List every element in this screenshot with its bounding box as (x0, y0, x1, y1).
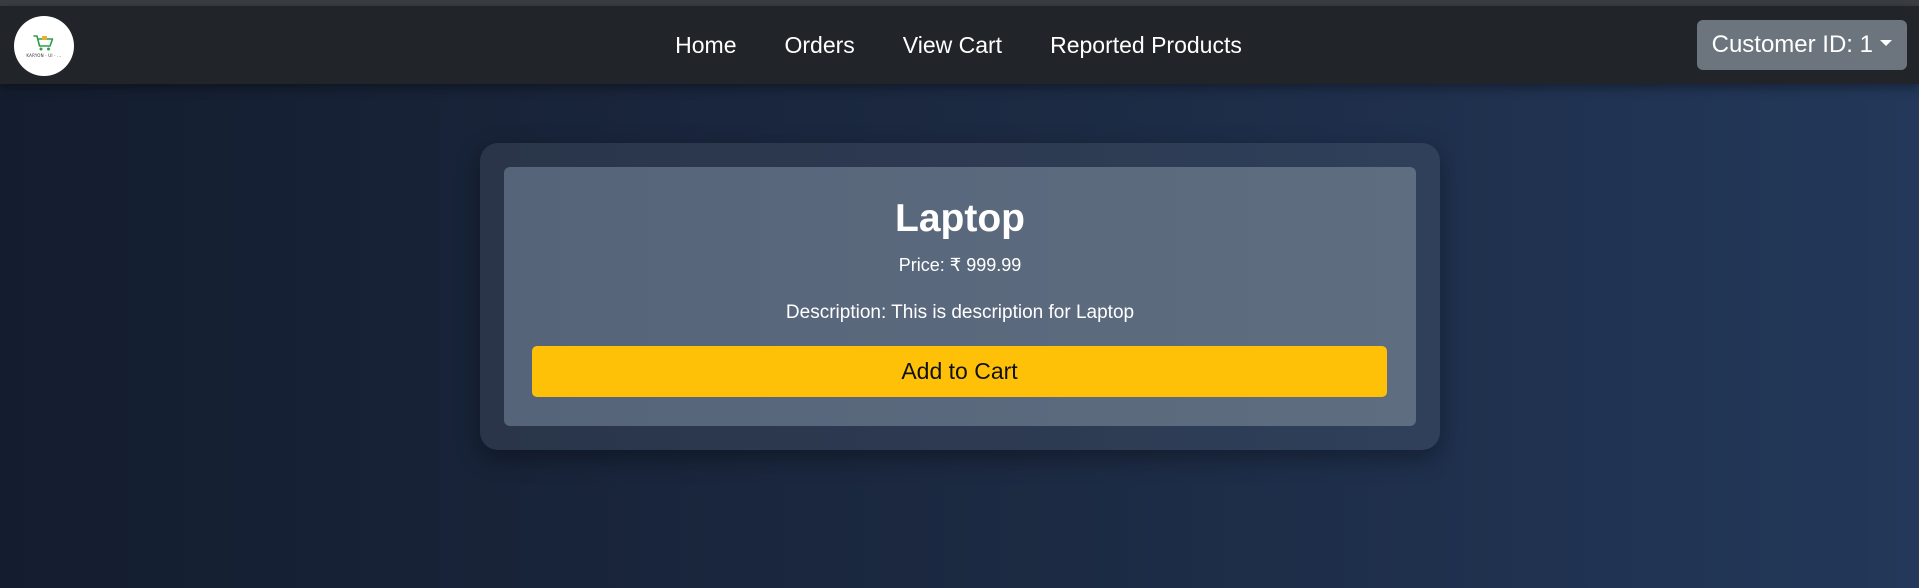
brand-logo-text: KARYON · UI · ... (26, 53, 62, 58)
product-description: Description: This is description for Lap… (785, 302, 1135, 323)
chevron-down-icon (1880, 40, 1892, 46)
nav-link-view-cart[interactable]: View Cart (879, 22, 1026, 69)
customer-id-dropdown[interactable]: Customer ID: 1 (1696, 20, 1907, 70)
navbar: KARYON · UI · ... Home Orders View Cart … (0, 6, 1919, 84)
product-card-container: Laptop Price: ₹ 999.99 Description: This… (480, 143, 1440, 450)
nav-link-reported-products[interactable]: Reported Products (1026, 22, 1266, 69)
brand-logo[interactable]: KARYON · UI · ... (14, 16, 74, 76)
product-name: Laptop (895, 197, 1025, 240)
main-nav: Home Orders View Cart Reported Products (0, 6, 1919, 84)
nav-link-orders[interactable]: Orders (761, 22, 879, 69)
add-to-cart-button[interactable]: Add to Cart (532, 346, 1387, 397)
customer-id-label: Customer ID: 1 (1711, 31, 1873, 58)
nav-link-home[interactable]: Home (651, 22, 760, 69)
shopping-cart-icon (33, 35, 54, 51)
product-card: Laptop Price: ₹ 999.99 Description: This… (504, 167, 1416, 426)
product-price: Price: ₹ 999.99 (898, 255, 1022, 275)
